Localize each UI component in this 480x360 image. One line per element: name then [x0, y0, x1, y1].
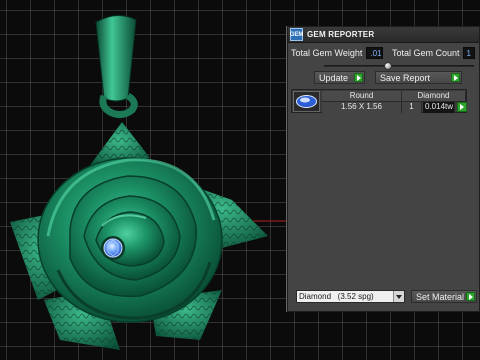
gem-count-cell: 1 [402, 102, 422, 113]
slider-thumb[interactable] [384, 62, 392, 70]
panel-title: GEM REPORTER [307, 30, 375, 39]
total-gem-weight-value: .01 [366, 47, 384, 59]
set-material-button[interactable]: Set Material [411, 290, 477, 303]
total-gem-weight-row: Total Gem Weight .01 [291, 47, 384, 59]
gem-size-cell: 1.56 X 1.56 [322, 102, 402, 113]
play-arrow-icon[interactable] [457, 102, 467, 112]
total-gem-count-row: Total Gem Count 1 [392, 47, 475, 59]
play-arrow-icon [451, 73, 460, 82]
gem-table: Round Diamond 1.56 X 1.56 1 0.014tw [291, 89, 467, 113]
update-button-label: Update [319, 72, 349, 83]
dropdown-arrow-icon [393, 291, 404, 302]
total-gem-weight-label: Total Gem Weight [291, 48, 363, 58]
total-gem-count-value: 1 [462, 47, 475, 59]
play-arrow-icon [354, 73, 363, 82]
panel-titlebar[interactable]: GEM GEM REPORTER [288, 27, 479, 43]
save-report-button-label: Save Report [380, 72, 431, 83]
gem-weight-cell: 0.014tw [423, 102, 455, 113]
play-arrow-icon [466, 292, 475, 301]
slider-track[interactable] [324, 65, 474, 67]
set-material-button-label: Set Material [416, 291, 465, 302]
round-gem-icon[interactable] [293, 91, 320, 112]
total-gem-count-label: Total Gem Count [392, 48, 460, 58]
save-report-button[interactable]: Save Report [375, 71, 462, 84]
column-header-material: Diamond [402, 91, 466, 102]
gem-reporter-panel: GEM GEM REPORTER Total Gem Weight .01 To… [287, 26, 480, 312]
material-select[interactable]: Diamond (3.52 spg) [296, 290, 405, 303]
gem-reporter-logo-icon: GEM [290, 28, 303, 41]
material-select-value: Diamond (3.52 spg) [299, 292, 374, 301]
update-button[interactable]: Update [314, 71, 365, 84]
center-gem [103, 238, 123, 258]
column-header-shape: Round [322, 91, 402, 102]
